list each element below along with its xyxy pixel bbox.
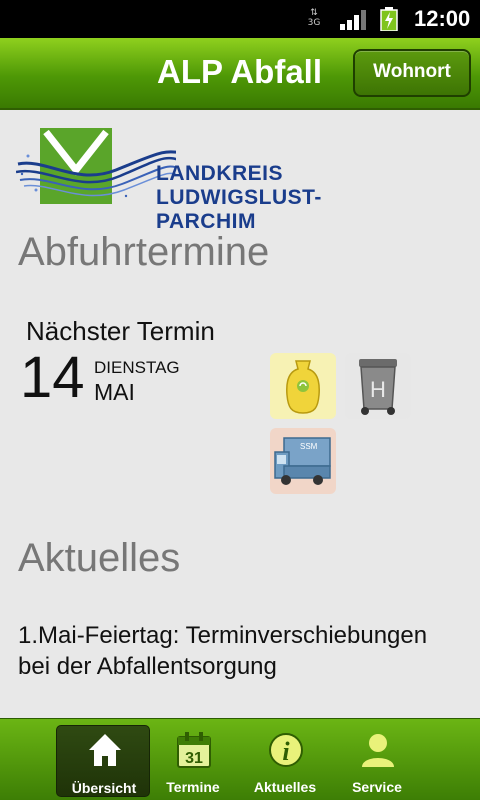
network-3g-icon: ⇅ 3G — [304, 8, 324, 30]
hausmuell-tonne-icon[interactable]: H — [345, 353, 411, 419]
home-icon — [89, 734, 121, 766]
next-date-weekday: DIENSTAG — [94, 358, 180, 377]
calendar-day: 31 — [185, 750, 203, 767]
person-icon — [362, 734, 394, 767]
logo-line-1: LANDKREIS — [156, 162, 284, 185]
logo-line-2: LUDWIGSLUST-PARCHIM — [156, 186, 322, 233]
calendar-icon: 31 — [177, 732, 211, 768]
clock: 12:00 — [414, 6, 471, 31]
info-icon: i — [269, 733, 303, 767]
hausmuell-letter: H — [370, 377, 386, 402]
status-bar: ⇅ 3G 12:00 — [0, 0, 480, 38]
tab-uebersicht[interactable]: Übersicht — [56, 725, 150, 797]
tab-aktuelles[interactable]: i Aktuelles — [238, 725, 332, 797]
ssm-label: SSM — [300, 442, 318, 451]
schadstoffmobil-icon[interactable]: SSM — [270, 428, 336, 494]
battery-charging-icon — [380, 7, 398, 31]
next-date-label: Nächster Termin — [26, 316, 215, 346]
gelber-sack-icon[interactable] — [270, 353, 336, 419]
landkreis-logo-mark — [16, 128, 176, 204]
app-title: ALP Abfall — [157, 53, 323, 90]
next-date-day[interactable]: 14 — [20, 346, 85, 410]
aktuelles-heading: Aktuelles — [18, 536, 181, 580]
signal-strength-icon — [340, 10, 366, 30]
wohnort-button[interactable]: Wohnort — [353, 49, 471, 97]
svg-text:i: i — [282, 737, 290, 766]
main-content[interactable]: LANDKREIS LUDWIGSLUST-PARCHIM Abfuhrterm… — [0, 112, 480, 718]
network-type: 3G — [307, 18, 321, 28]
app-bar: ALP Abfall Wohnort — [0, 38, 480, 110]
abfuhrtermine-heading: Abfuhrtermine — [18, 230, 270, 274]
next-date-month: MAI — [94, 379, 135, 405]
landkreis-logo: LANDKREIS LUDWIGSLUST-PARCHIM — [16, 126, 402, 233]
bottom-nav: Übersicht 31 Termine i Aktuelles Service — [0, 718, 480, 800]
tab-label: Service — [352, 779, 402, 795]
tab-termine[interactable]: 31 Termine — [146, 725, 240, 797]
tab-label: Übersicht — [71, 780, 137, 796]
tab-service[interactable]: Service — [330, 725, 424, 797]
news-item[interactable]: 1.Mai-Feiertag: Terminverschiebungen bei… — [18, 620, 458, 682]
tab-label: Aktuelles — [253, 779, 317, 795]
tab-label: Termine — [166, 779, 220, 795]
